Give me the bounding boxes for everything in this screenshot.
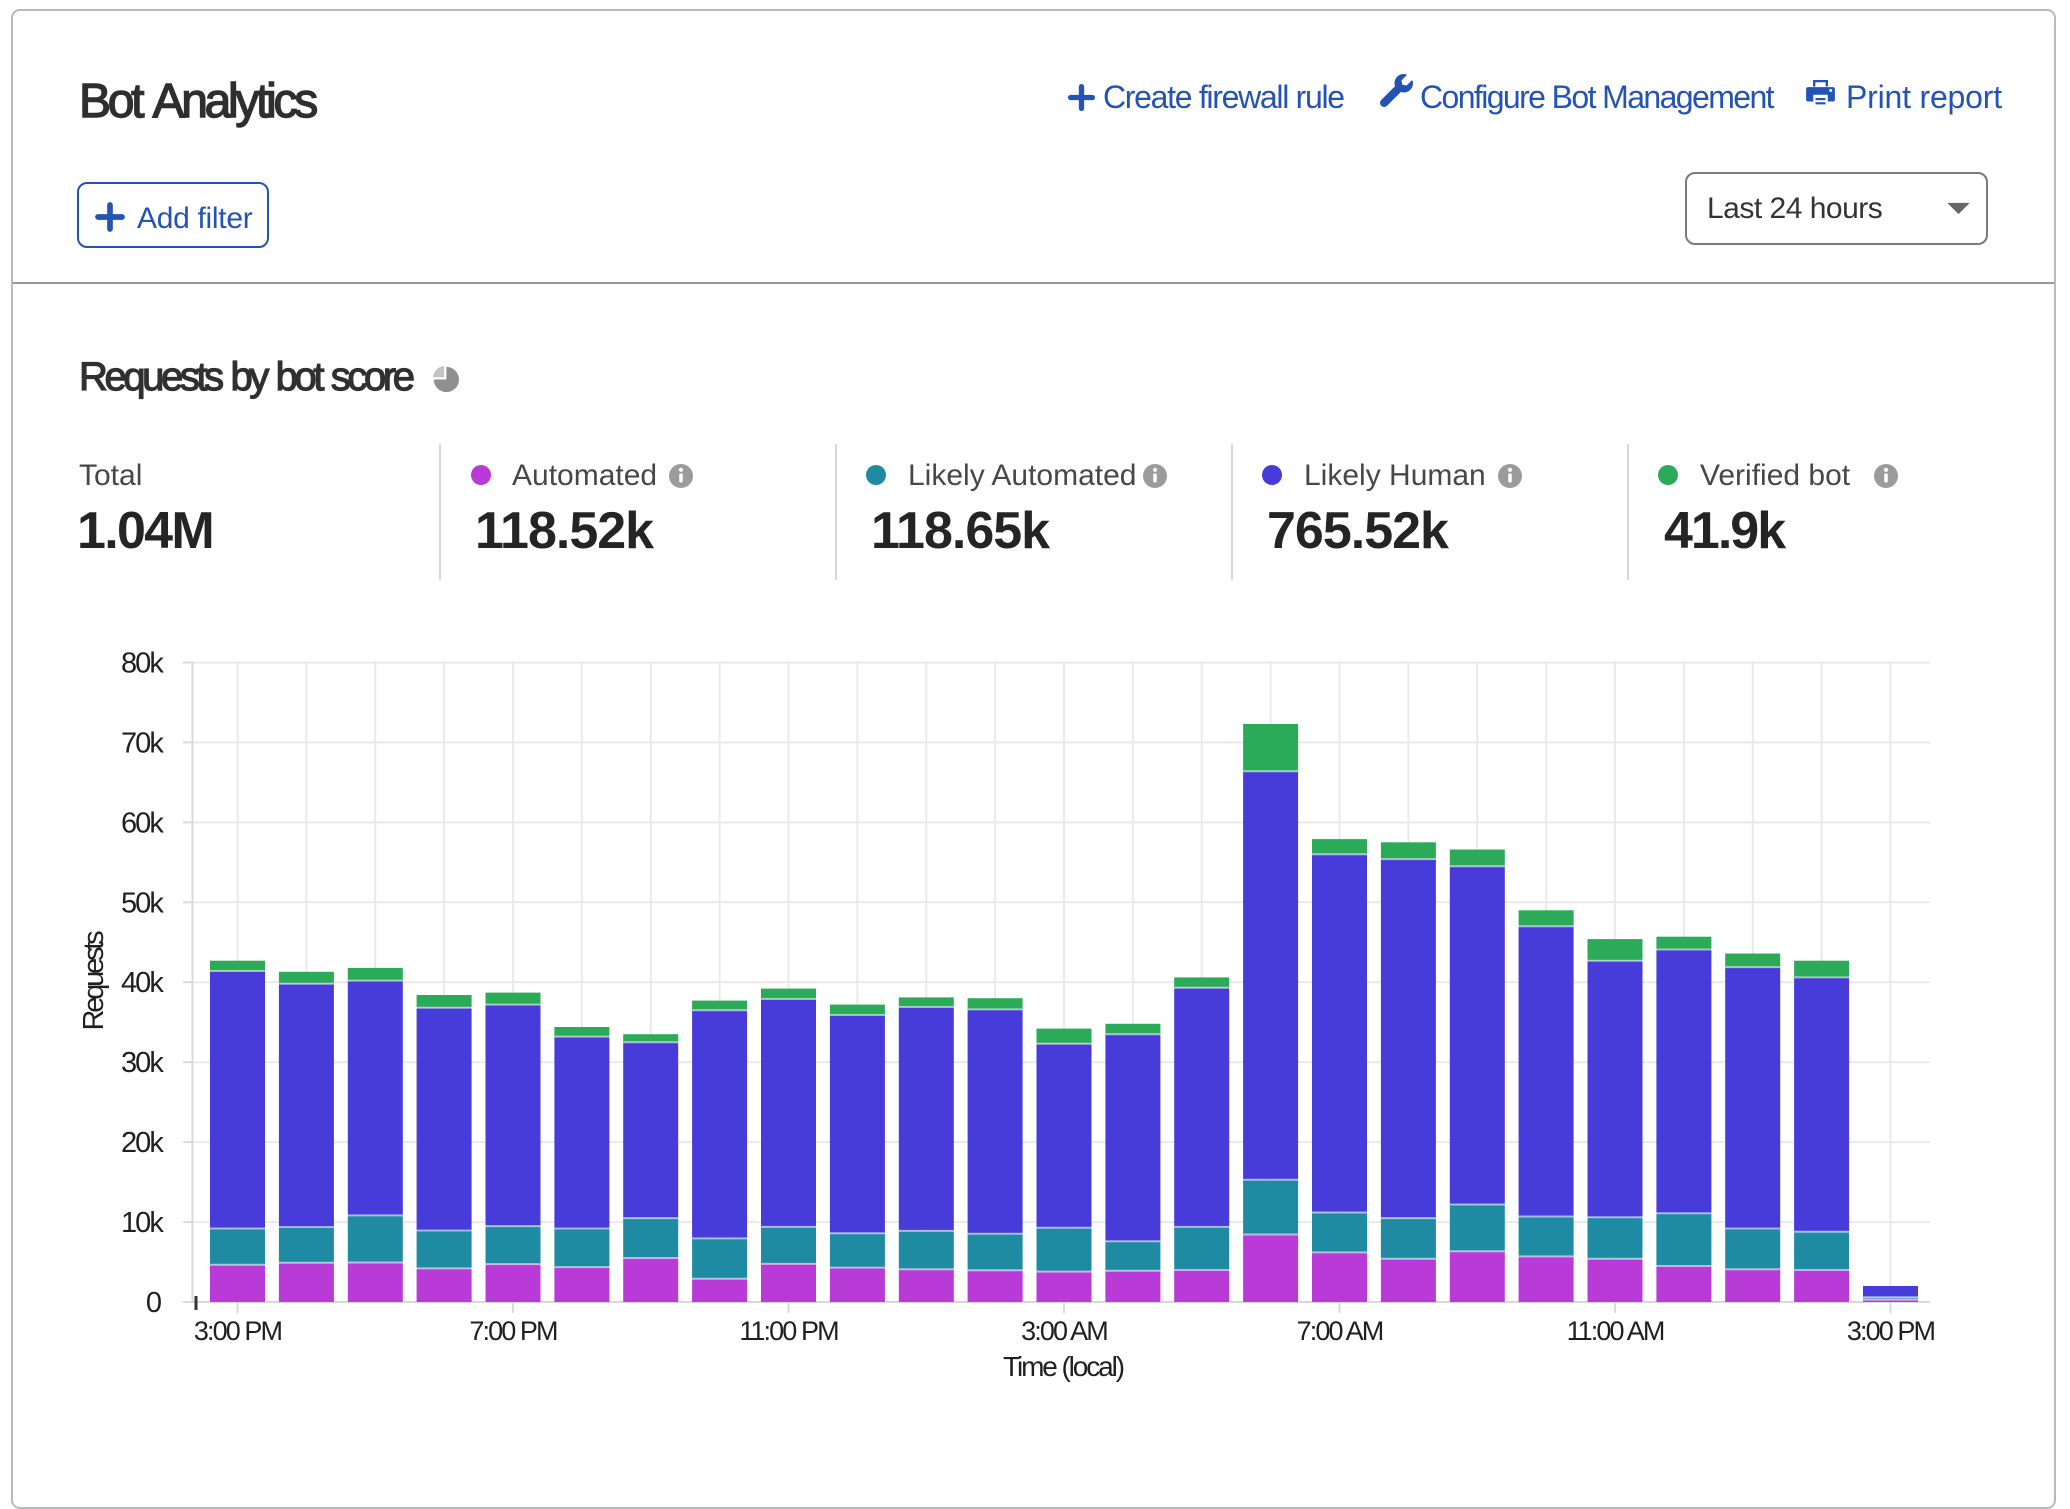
- svg-text:11:00 AM: 11:00 AM: [1567, 1316, 1664, 1346]
- svg-text:3:00 AM: 3:00 AM: [1021, 1316, 1107, 1346]
- svg-text:11:00 PM: 11:00 PM: [739, 1316, 838, 1346]
- svg-text:20k: 20k: [121, 1127, 164, 1159]
- svg-text:50k: 50k: [121, 887, 164, 919]
- svg-text:7:00 AM: 7:00 AM: [1297, 1316, 1383, 1346]
- svg-text:3:00 PM: 3:00 PM: [1847, 1316, 1935, 1346]
- svg-text:Time (local): Time (local): [1003, 1351, 1124, 1382]
- svg-text:Requests: Requests: [78, 931, 110, 1031]
- svg-text:0: 0: [146, 1287, 162, 1319]
- svg-text:70k: 70k: [121, 727, 164, 759]
- svg-text:30k: 30k: [121, 1047, 164, 1079]
- svg-text:7:00 PM: 7:00 PM: [469, 1316, 557, 1346]
- svg-text:40k: 40k: [121, 967, 164, 999]
- svg-text:3:00 PM: 3:00 PM: [194, 1316, 282, 1346]
- svg-text:60k: 60k: [121, 807, 164, 839]
- svg-text:10k: 10k: [121, 1207, 164, 1239]
- svg-text:80k: 80k: [121, 648, 164, 680]
